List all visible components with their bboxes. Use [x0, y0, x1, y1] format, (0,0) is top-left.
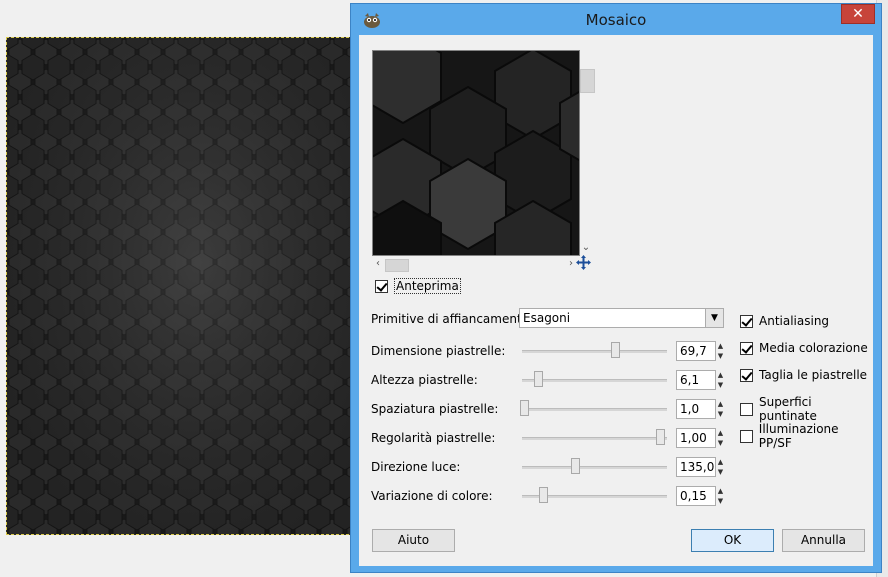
slider-track[interactable]: [522, 350, 667, 353]
param-slider[interactable]: [522, 370, 667, 390]
option-checkbox-label: Antialiasing: [759, 314, 830, 328]
scroll-left-icon[interactable]: ‹: [372, 257, 384, 271]
dialog-body: ⌄ ‹ › Anteprima Primitive di affiancamen…: [359, 35, 873, 566]
preview-checkbox-box[interactable]: [375, 279, 388, 293]
spin-up-icon[interactable]: ▲: [716, 370, 725, 380]
spin-buttons[interactable]: ▲ ▼: [716, 399, 725, 419]
param-value: 69,7: [680, 344, 707, 358]
spin-buttons[interactable]: ▲ ▼: [716, 341, 725, 361]
slider-thumb[interactable]: [570, 458, 580, 474]
option-checkbox-label: Taglia le piastrelle: [759, 368, 868, 382]
scroll-down-icon[interactable]: ⌄: [580, 242, 592, 254]
close-button[interactable]: ✕: [841, 4, 875, 24]
param-value: 135,0: [680, 460, 715, 474]
titlebar[interactable]: Mosaico ✕: [351, 4, 881, 36]
param-value-field[interactable]: 0,15: [676, 486, 716, 506]
slider-thumb[interactable]: [538, 487, 548, 503]
cancel-button[interactable]: Annulla: [782, 529, 865, 552]
param-label: Dimensione piastrelle:: [371, 344, 506, 358]
preview-vertical-scrollbar[interactable]: ⌄: [579, 51, 595, 255]
hexagon-mosaic-image: [7, 38, 353, 534]
param-value-field[interactable]: 6,1: [676, 370, 716, 390]
option-checkbox-box[interactable]: [740, 314, 753, 328]
slider-track[interactable]: [522, 437, 667, 440]
param-value: 0,15: [680, 489, 707, 503]
spin-down-icon[interactable]: ▼: [716, 351, 725, 361]
horizontal-scroll-thumb[interactable]: [385, 259, 409, 272]
option-checkbox-box[interactable]: [740, 402, 753, 416]
option-checkbox[interactable]: Media colorazione: [740, 341, 868, 355]
tiling-primitive-value: Esagoni: [523, 311, 571, 325]
param-slider[interactable]: [519, 399, 667, 419]
param-label: Spaziatura piastrelle:: [371, 402, 499, 416]
param-value-field[interactable]: 1,0: [676, 399, 716, 419]
spin-up-icon[interactable]: ▲: [716, 457, 725, 467]
spin-down-icon[interactable]: ▼: [716, 467, 725, 477]
param-slider[interactable]: [522, 341, 667, 361]
window-title: Mosaico: [585, 11, 647, 29]
chevron-down-icon[interactable]: ▼: [705, 309, 723, 327]
spin-down-icon[interactable]: ▼: [716, 409, 725, 419]
ok-button[interactable]: OK: [691, 529, 774, 552]
slider-track[interactable]: [522, 466, 667, 469]
move-icon[interactable]: [575, 254, 592, 271]
slider-thumb[interactable]: [656, 429, 666, 445]
option-checkbox-box[interactable]: [740, 429, 753, 443]
option-checkbox-box[interactable]: [740, 341, 753, 355]
param-label: Direzione luce:: [371, 460, 461, 474]
vertical-scroll-thumb[interactable]: [580, 69, 595, 93]
param-slider[interactable]: [522, 428, 667, 448]
param-value-field[interactable]: 69,7: [676, 341, 716, 361]
slider-track[interactable]: [522, 379, 667, 382]
param-value: 1,0: [680, 402, 700, 416]
param-value-field[interactable]: 1,00: [676, 428, 716, 448]
option-checkbox[interactable]: Antialiasing: [740, 314, 829, 328]
spin-up-icon[interactable]: ▲: [716, 486, 725, 496]
option-checkbox[interactable]: Illuminazione PP/SF: [740, 422, 873, 450]
preview-checkbox[interactable]: Anteprima: [375, 278, 461, 294]
option-checkbox[interactable]: Taglia le piastrelle: [740, 368, 867, 382]
slider-thumb[interactable]: [534, 371, 544, 387]
param-label: Variazione di colore:: [371, 489, 493, 503]
param-value: 1,00: [680, 431, 707, 445]
spin-up-icon[interactable]: ▲: [716, 399, 725, 409]
preview-image: [373, 51, 579, 255]
spin-buttons[interactable]: ▲ ▼: [716, 486, 725, 506]
slider-track[interactable]: [522, 408, 667, 411]
mosaico-dialog: Mosaico ✕ ⌄ ‹ › Anteprima Primitive di a…: [350, 3, 882, 573]
slider-thumb[interactable]: [519, 400, 529, 416]
help-button[interactable]: Aiuto: [372, 529, 455, 552]
param-label: Altezza piastrelle:: [371, 373, 478, 387]
slider-thumb[interactable]: [611, 342, 621, 358]
spin-down-icon[interactable]: ▼: [716, 438, 725, 448]
preview-area[interactable]: [372, 50, 580, 256]
option-checkbox-box[interactable]: [740, 368, 753, 382]
param-slider[interactable]: [522, 486, 667, 506]
param-value-field[interactable]: 135,0: [676, 457, 716, 477]
option-checkbox-label: Illuminazione PP/SF: [758, 422, 839, 450]
preview-horizontal-scrollbar[interactable]: ‹ ›: [372, 257, 578, 272]
spin-buttons[interactable]: ▲ ▼: [716, 428, 725, 448]
option-checkbox[interactable]: Superfici puntinate: [740, 395, 873, 423]
image-canvas[interactable]: [6, 37, 354, 535]
option-checkbox-label: Media colorazione: [759, 341, 868, 355]
spin-up-icon[interactable]: ▲: [716, 341, 725, 351]
spin-up-icon[interactable]: ▲: [716, 428, 725, 438]
option-checkbox-label: Superfici puntinate: [758, 395, 817, 423]
param-label: Regolarità piastrelle:: [371, 431, 496, 445]
scroll-up-icon[interactable]: [580, 51, 592, 63]
param-slider[interactable]: [522, 457, 667, 477]
spin-down-icon[interactable]: ▼: [716, 496, 725, 506]
spin-buttons[interactable]: ▲ ▼: [716, 457, 725, 477]
tiling-primitive-dropdown[interactable]: Esagoni ▼: [519, 308, 724, 328]
spin-buttons[interactable]: ▲ ▼: [716, 370, 725, 390]
param-value: 6,1: [680, 373, 700, 387]
tiling-primitive-label: Primitive di affiancamento:: [371, 312, 534, 326]
preview-checkbox-label: Anteprima: [394, 278, 461, 294]
spin-down-icon[interactable]: ▼: [716, 380, 725, 390]
